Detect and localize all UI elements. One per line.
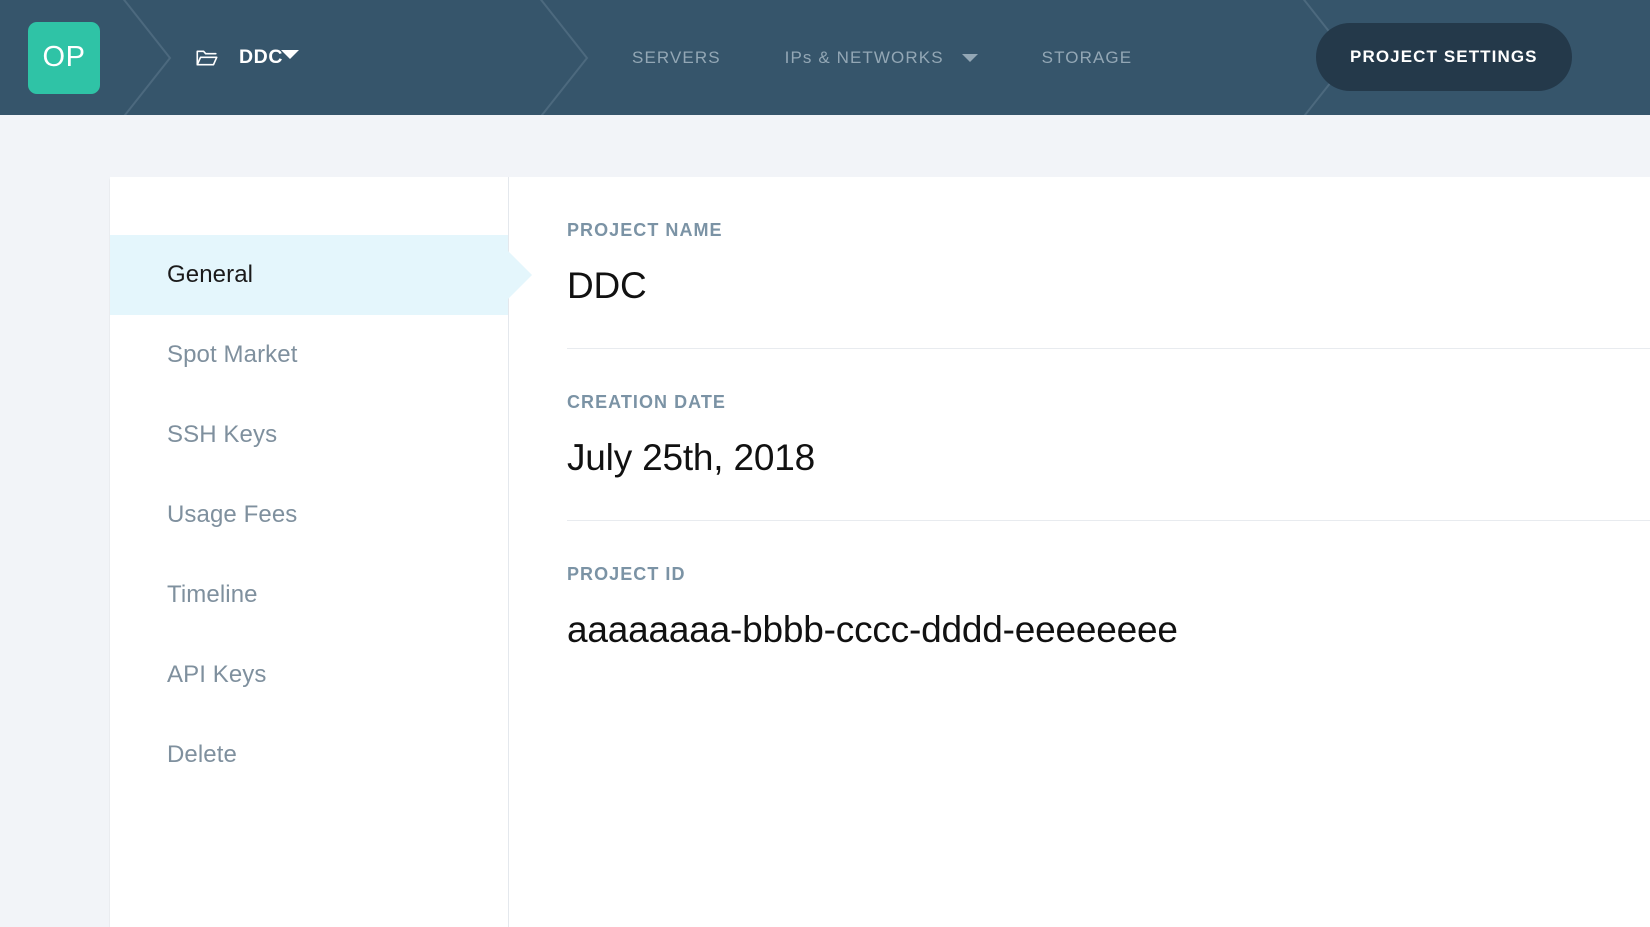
field-project-name: PROJECT NAME DDC xyxy=(567,177,1650,349)
project-selector-label: DDC xyxy=(239,46,284,68)
field-label: PROJECT ID xyxy=(567,564,686,584)
sidebar-item-general[interactable]: General xyxy=(110,235,532,315)
breadcrumb-separator-1 xyxy=(108,0,178,115)
nav-link-storage[interactable]: STORAGE xyxy=(1010,48,1165,68)
general-settings-pane: PROJECT NAME DDC CREATION DATE July 25th… xyxy=(509,177,1650,927)
org-logo[interactable]: OP xyxy=(28,21,100,94)
sidebar-item-timeline[interactable]: Timeline xyxy=(110,555,508,635)
sidebar-item-label: Timeline xyxy=(167,581,258,608)
field-value: aaaaaaaa-bbbb-cccc-dddd-eeeeeeee xyxy=(567,609,1178,650)
nav-link-ips-networks[interactable]: IPs & NETWORKS xyxy=(753,48,1010,68)
top-navigation-bar: OP DDC SERVERS IPs & NETWORKS STORAGE PR… xyxy=(0,0,1650,115)
nav-link-servers[interactable]: SERVERS xyxy=(600,48,753,68)
sidebar-item-label: API Keys xyxy=(167,661,267,688)
sidebar-item-api-keys[interactable]: API Keys xyxy=(110,635,508,715)
sidebar-item-label: Spot Market xyxy=(167,341,298,368)
field-label: CREATION DATE xyxy=(567,392,726,412)
sidebar-item-label: SSH Keys xyxy=(167,421,278,448)
sidebar-item-delete[interactable]: Delete xyxy=(110,715,508,795)
sidebar-item-label: Usage Fees xyxy=(167,501,298,528)
nav-link-project-settings[interactable]: PROJECT SETTINGS xyxy=(1316,23,1572,91)
settings-sidebar: General Spot Market SSH Keys Usage Fees … xyxy=(110,177,532,927)
nav-link-servers-label: SERVERS xyxy=(632,47,721,67)
sidebar-item-ssh-keys[interactable]: SSH Keys xyxy=(110,395,508,475)
org-logo-text: OP xyxy=(42,41,86,73)
sidebar-item-label: General xyxy=(167,261,254,288)
nav-link-storage-label: STORAGE xyxy=(1041,47,1133,67)
active-pointer-icon xyxy=(508,251,532,299)
primary-nav-links: SERVERS IPs & NETWORKS STORAGE xyxy=(600,0,1164,115)
settings-card: General Spot Market SSH Keys Usage Fees … xyxy=(110,177,1650,927)
chevron-down-icon xyxy=(961,53,978,62)
page-body: General Spot Market SSH Keys Usage Fees … xyxy=(0,115,1650,927)
field-value: DDC xyxy=(567,265,647,306)
nav-link-project-settings-label: PROJECT SETTINGS xyxy=(1350,47,1538,66)
folder-open-icon xyxy=(196,49,218,67)
sidebar-item-spot-market[interactable]: Spot Market xyxy=(110,315,508,395)
field-project-id: PROJECT ID aaaaaaaa-bbbb-cccc-dddd-eeeee… xyxy=(567,521,1650,692)
field-label: PROJECT NAME xyxy=(567,220,723,240)
project-selector[interactable]: DDC xyxy=(196,0,516,115)
chevron-down-icon[interactable] xyxy=(281,50,299,59)
field-creation-date: CREATION DATE July 25th, 2018 xyxy=(567,349,1650,521)
sidebar-item-label: Delete xyxy=(167,741,237,768)
nav-link-ips-networks-label: IPs & NETWORKS xyxy=(784,47,944,67)
field-value: July 25th, 2018 xyxy=(567,437,815,478)
breadcrumb-separator-2 xyxy=(525,0,595,115)
sidebar-item-usage-fees[interactable]: Usage Fees xyxy=(110,475,508,555)
